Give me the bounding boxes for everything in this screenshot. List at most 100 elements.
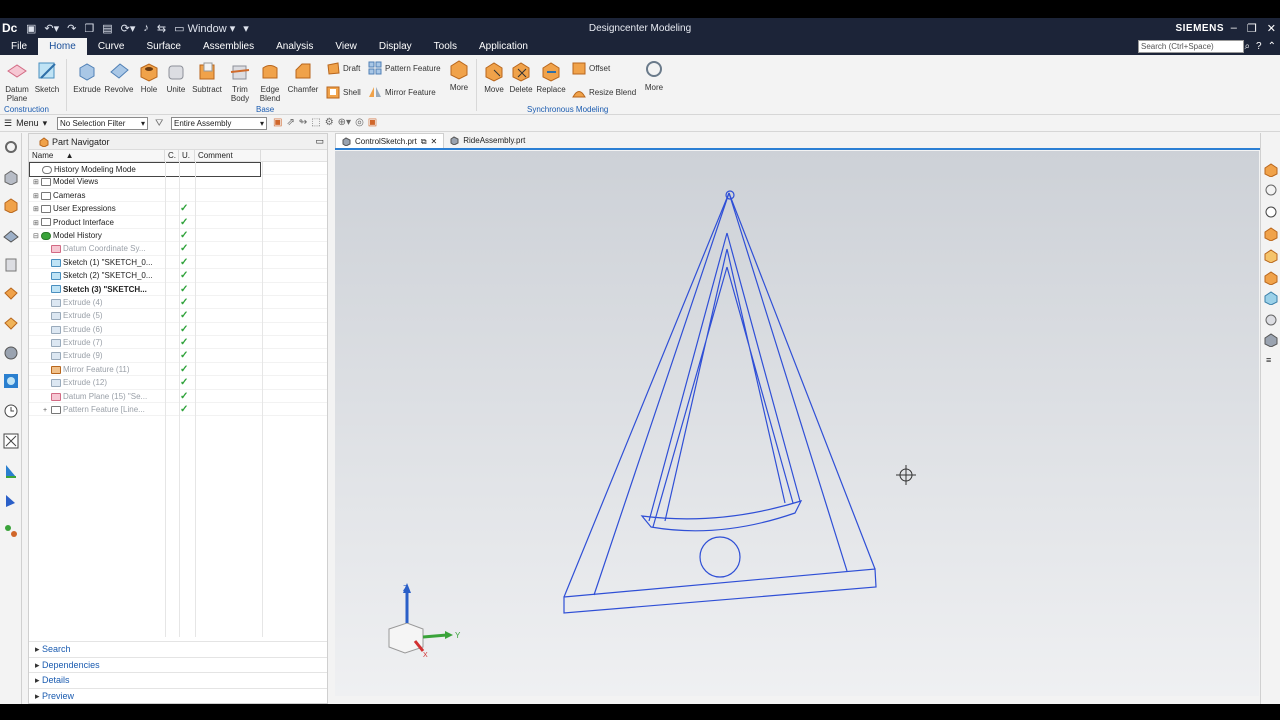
toolbar-options-icon[interactable]: ≡ <box>1266 355 1271 365</box>
save-icon[interactable]: ▣ <box>26 22 36 35</box>
panel-details[interactable]: ▸ Details <box>29 672 327 688</box>
panel-dependencies[interactable]: ▸ Dependencies <box>29 656 327 673</box>
select-all-icon[interactable]: ◎ <box>355 117 364 128</box>
graphics-window[interactable]: Z Y X <box>335 151 1259 696</box>
extrude-button[interactable]: Extrude <box>72 60 102 94</box>
close-tab-icon[interactable]: ✕ <box>431 134 438 149</box>
tree-row[interactable]: Sketch (1) "SKETCH_0... ✓ <box>29 256 327 270</box>
column-comment[interactable]: Comment <box>195 150 261 161</box>
tree-row[interactable]: ⊞ User Expressions ✓ <box>29 202 327 216</box>
view-triad-icon[interactable] <box>1264 333 1278 347</box>
panel-search[interactable]: ▸ Search <box>29 641 327 657</box>
microphone-icon[interactable]: ♪ <box>143 22 149 34</box>
tools-icon[interactable] <box>3 433 19 449</box>
clock-icon[interactable] <box>3 403 19 419</box>
pan-icon[interactable] <box>1264 227 1278 241</box>
pin-icon[interactable]: ⧉ <box>421 134 427 149</box>
close-icon[interactable]: ✕ <box>1267 22 1276 35</box>
menu-view[interactable]: View <box>324 38 368 55</box>
sync-more-button[interactable]: More <box>642 58 666 92</box>
tree-row[interactable]: Extrude (5) ✓ <box>29 309 327 323</box>
menu-application[interactable]: Application <box>468 38 539 55</box>
tree-row[interactable]: Extrude (7) ✓ <box>29 336 327 350</box>
revolve-button[interactable]: Revolve <box>104 60 134 94</box>
select-feature-icon[interactable]: ▣ <box>273 117 282 128</box>
customize-toolbar-icon[interactable]: ▾ <box>243 22 249 35</box>
chamfer-button[interactable]: Chamfer <box>288 60 318 94</box>
tree-row[interactable]: Datum Plane (15) "Se... ✓ <box>29 390 327 404</box>
select-body-icon[interactable]: ⇗ <box>286 117 294 128</box>
select-face-icon[interactable]: ⬚ <box>311 117 320 128</box>
hd3d-tools-icon[interactable] <box>3 285 19 301</box>
selection-scope-dropdown[interactable]: Entire Assembly <box>171 117 267 130</box>
roles-icon[interactable] <box>3 523 19 539</box>
orient-view-icon[interactable] <box>1264 249 1278 263</box>
tree-row[interactable]: Sketch (2) "SKETCH_0... ✓ <box>29 269 327 283</box>
web-browser-icon[interactable] <box>3 315 19 331</box>
tab-ride-assembly[interactable]: RideAssembly.prt <box>444 133 531 148</box>
offset-region-button[interactable]: Offset <box>572 61 610 75</box>
help-icon[interactable]: ? <box>1256 41 1262 52</box>
tree-row[interactable]: Sketch (3) "SKETCH... ✓ <box>29 283 327 296</box>
edge-blend-button[interactable]: Edge Blend <box>256 60 284 103</box>
menu-surface[interactable]: Surface <box>136 38 192 55</box>
tree-row[interactable]: ⊞ Model Views <box>29 175 327 189</box>
expand-toggle-icon[interactable]: ⊞ <box>33 176 41 189</box>
main-menu-button[interactable]: ☰ Menu ▾ <box>4 118 56 129</box>
measure-icon[interactable] <box>3 463 19 479</box>
base-more-button[interactable]: More <box>446 58 472 92</box>
analysis-icon[interactable] <box>3 493 19 509</box>
column-current[interactable]: C. <box>165 150 179 161</box>
expand-ribbon-icon[interactable]: ⌃ <box>1268 41 1276 52</box>
repeat-command-icon[interactable]: ⟳▾ <box>121 22 136 35</box>
tree-row[interactable]: + Pattern Feature [Line... ✓ <box>29 403 327 417</box>
reuse-library-icon[interactable] <box>3 257 19 273</box>
tab-control-sketch[interactable]: ControlSketch.prt ⧉ ✕ <box>335 133 445 149</box>
assembly-navigator-icon[interactable] <box>3 169 19 185</box>
hole-button[interactable]: Hole <box>136 60 162 94</box>
rotate-view-icon[interactable] <box>1264 183 1278 197</box>
model-wireframe[interactable]: Z Y X <box>335 151 1259 696</box>
trim-body-button[interactable]: Trim Body <box>226 60 254 103</box>
maximize-panel-icon[interactable]: ▭ <box>315 136 324 147</box>
datum-plane-button[interactable]: Datum Plane <box>4 60 30 103</box>
window-menu[interactable]: ▭ Window ▾ <box>174 22 235 35</box>
tree-row[interactable]: Extrude (9) ✓ <box>29 349 327 363</box>
column-uptodate[interactable]: U. <box>179 150 195 161</box>
tree-row[interactable]: ⊞ Product Interface ✓ <box>29 216 327 229</box>
expand-toggle-icon[interactable]: ⊞ <box>33 217 41 230</box>
menu-file[interactable]: File <box>0 38 38 55</box>
tree-row[interactable]: Datum Coordinate Sy... ✓ <box>29 242 327 256</box>
redo-icon[interactable]: ↷ <box>67 22 76 35</box>
column-name[interactable]: Name ▲ <box>29 150 165 161</box>
menu-analysis[interactable]: Analysis <box>265 38 324 55</box>
sketch-button[interactable]: Sketch <box>34 60 60 94</box>
move-button[interactable]: Move <box>482 60 506 94</box>
swing-arm[interactable] <box>648 232 801 528</box>
show-hide-icon[interactable] <box>1264 313 1278 327</box>
command-search-input[interactable]: Search (Ctrl+Space) <box>1138 40 1244 53</box>
constraint-navigator-icon[interactable] <box>3 227 19 243</box>
zoom-icon[interactable] <box>1264 205 1278 219</box>
menu-curve[interactable]: Curve <box>87 38 136 55</box>
gear-icon[interactable] <box>3 139 19 155</box>
subtract-button[interactable]: Subtract <box>190 60 224 94</box>
menu-display[interactable]: Display <box>368 38 423 55</box>
paste-icon[interactable]: ▤ <box>102 22 112 35</box>
touch-mode-icon[interactable]: ⇆ <box>157 22 166 35</box>
expand-toggle-icon[interactable]: ⊞ <box>33 190 41 203</box>
menu-home[interactable]: Home <box>38 38 87 55</box>
snap-point-icon[interactable]: ▣ <box>368 117 377 128</box>
tree-row[interactable]: ⊟ Model History ✓ <box>29 229 327 243</box>
drive-wheel[interactable] <box>699 536 741 578</box>
tree-row[interactable]: Extrude (12) ✓ <box>29 376 327 390</box>
left-leg-outer-edge[interactable] <box>563 192 730 598</box>
base-plank[interactable] <box>563 568 877 614</box>
menu-tools[interactable]: Tools <box>423 38 468 55</box>
undo-icon[interactable]: ↶▾ <box>44 22 59 35</box>
shell-button[interactable]: Shell <box>326 85 361 99</box>
replace-face-button[interactable]: Replace <box>536 60 566 94</box>
search-icon[interactable]: ⌕ <box>1244 41 1250 52</box>
tree-row[interactable]: ⊞ Cameras <box>29 189 327 203</box>
tree-row[interactable]: Extrude (4) ✓ <box>29 296 327 310</box>
